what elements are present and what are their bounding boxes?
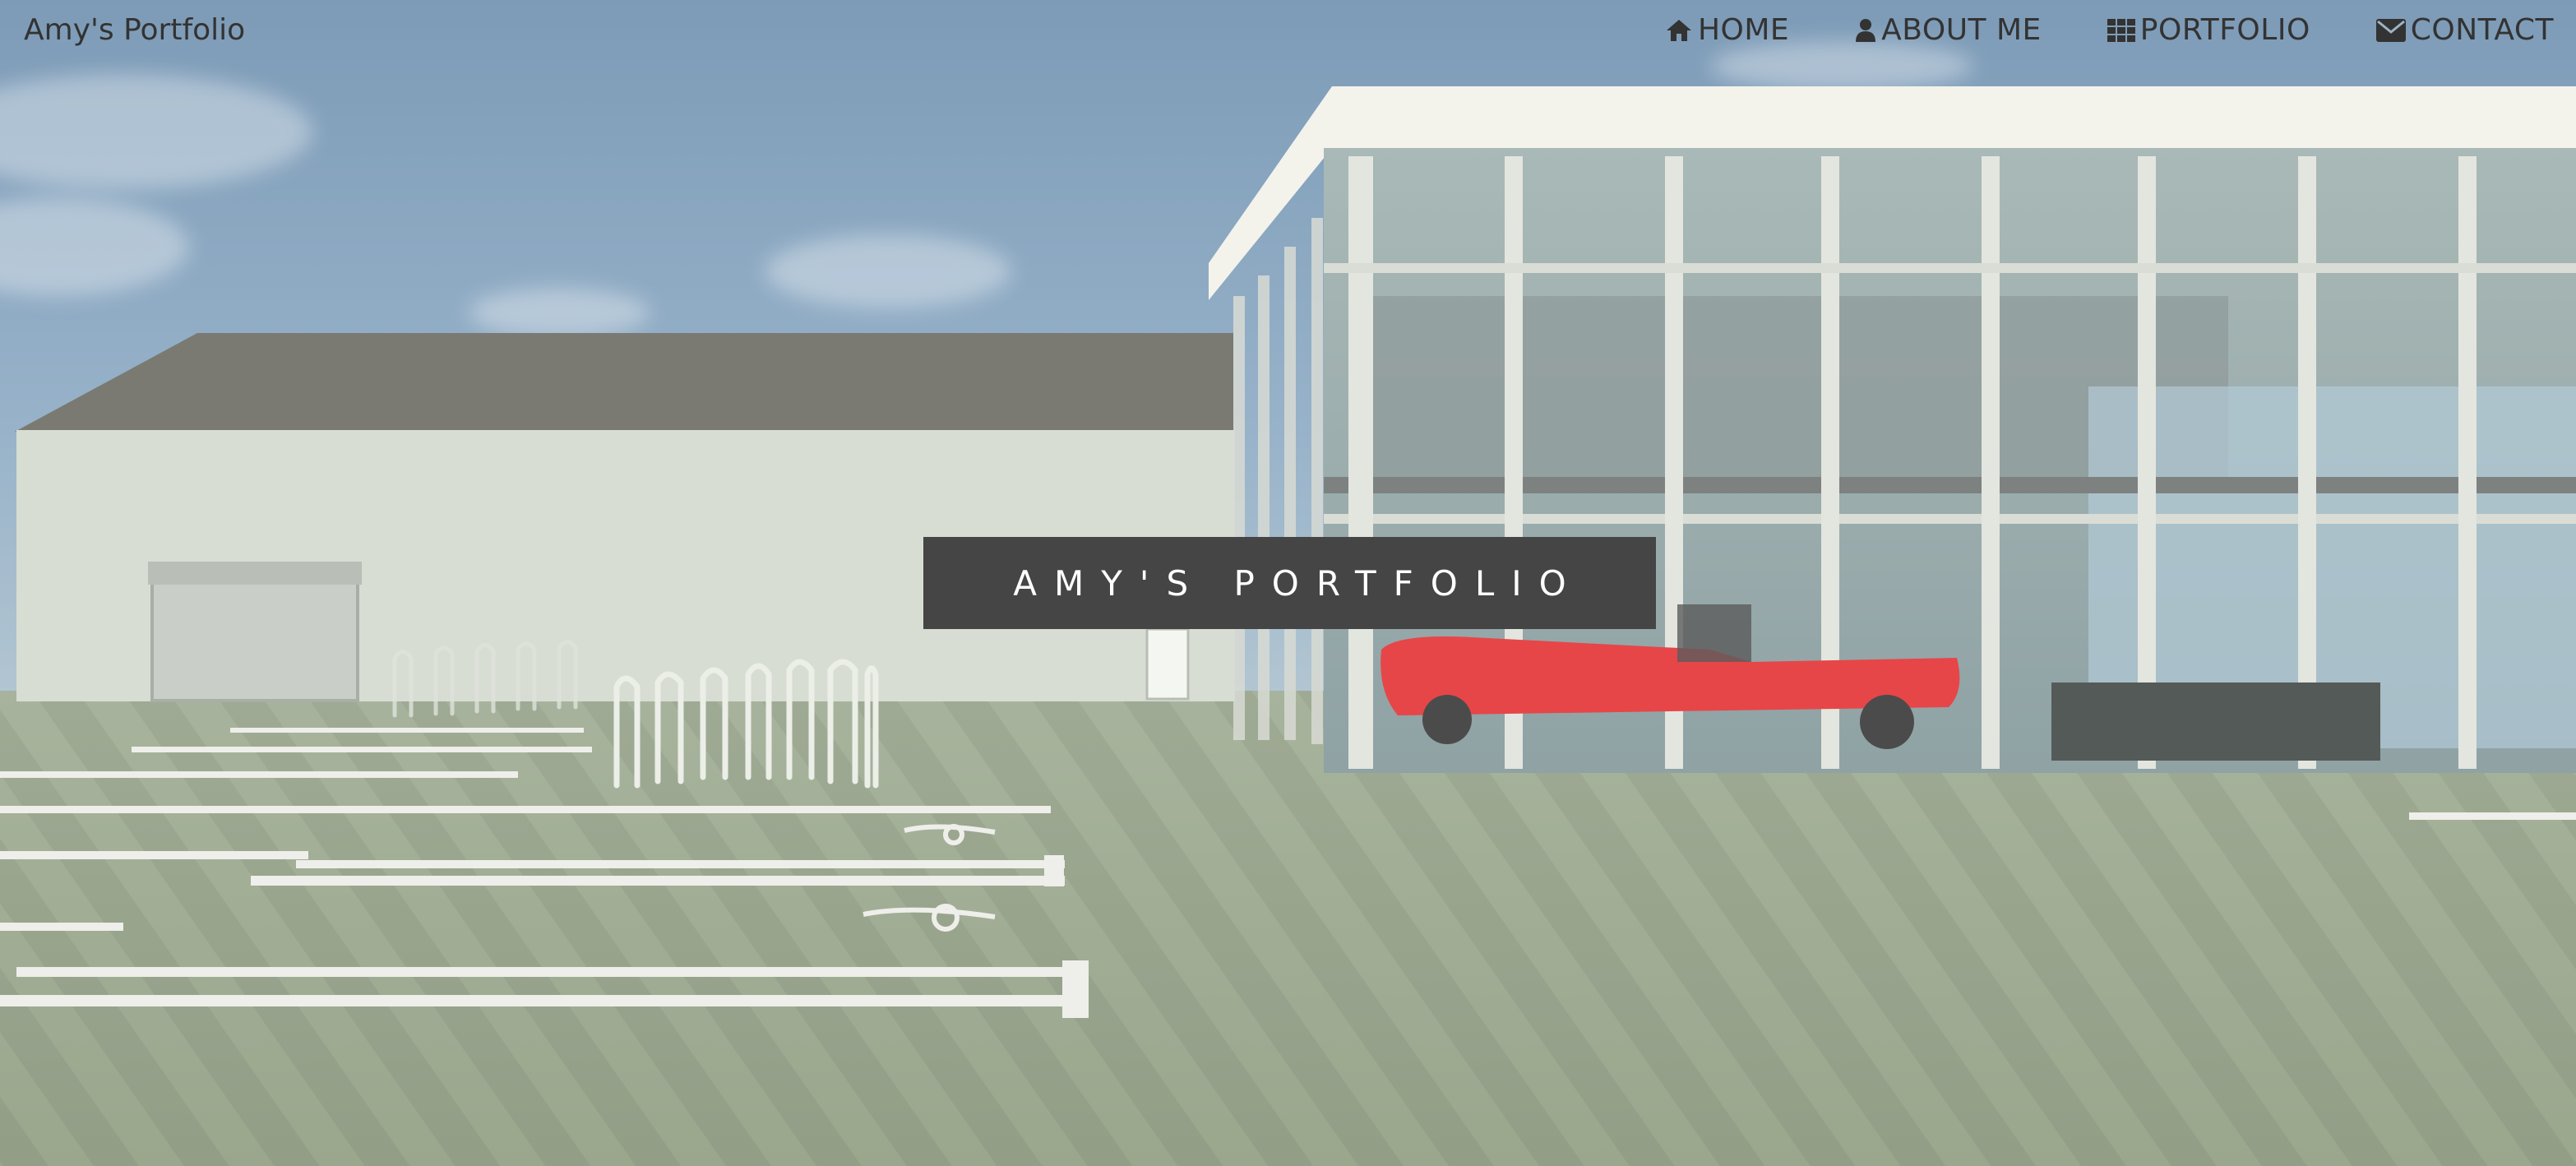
brand-link[interactable]: Amy's Portfolio bbox=[24, 13, 245, 47]
user-icon bbox=[1855, 18, 1876, 43]
nav-menu: HOME ABOUT ME PORTFOLIO CONTACT bbox=[1665, 13, 2554, 47]
nav-about-link[interactable]: ABOUT ME bbox=[1855, 13, 2042, 47]
nav-contact-link[interactable]: CONTACT bbox=[2375, 13, 2554, 47]
top-navbar: Amy's Portfolio HOME ABOUT ME PORTFOLIO … bbox=[0, 0, 2576, 67]
nav-portfolio-link[interactable]: PORTFOLIO bbox=[2107, 13, 2310, 47]
nav-home-link[interactable]: HOME bbox=[1665, 13, 1789, 47]
nav-contact-label: CONTACT bbox=[2410, 13, 2554, 47]
nav-portfolio-label: PORTFOLIO bbox=[2139, 13, 2310, 47]
hero-title-box: AMY'S PORTFOLIO bbox=[923, 537, 1656, 629]
home-icon bbox=[1665, 18, 1693, 43]
hero-title: AMY'S PORTFOLIO bbox=[1013, 562, 1584, 604]
grid-icon bbox=[2107, 18, 2135, 42]
envelope-icon bbox=[2375, 18, 2406, 42]
nav-home-label: HOME bbox=[1697, 13, 1790, 47]
nav-about-label: ABOUT ME bbox=[1881, 13, 2042, 47]
